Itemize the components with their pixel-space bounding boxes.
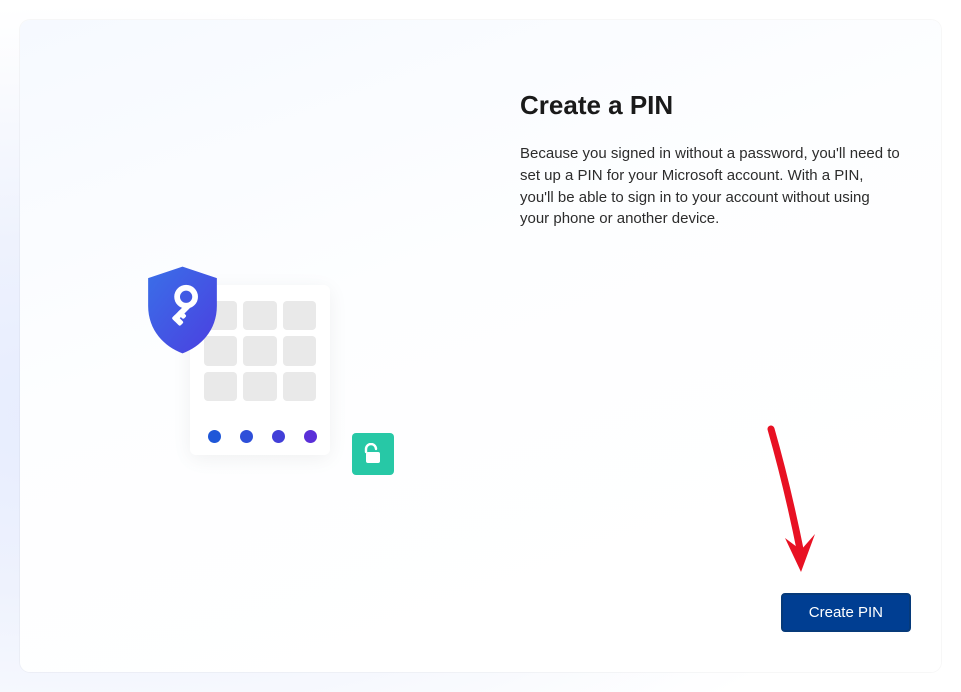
- unlock-icon: [363, 443, 383, 465]
- pin-dot: [208, 430, 221, 443]
- pin-illustration: [140, 275, 400, 475]
- keypad-key: [243, 336, 276, 365]
- shield-key-icon: [140, 265, 225, 355]
- keypad-key: [204, 372, 237, 401]
- pin-dot: [272, 430, 285, 443]
- dialog-panel: Create a PIN Because you signed in witho…: [20, 20, 941, 672]
- page-description: Because you signed in without a password…: [520, 143, 900, 230]
- keypad-key: [283, 336, 316, 365]
- pin-dots: [208, 430, 317, 443]
- keypad-key: [283, 372, 316, 401]
- keypad-key: [243, 301, 276, 330]
- unlock-badge: [352, 433, 394, 475]
- content-column: Create a PIN Because you signed in witho…: [520, 20, 941, 672]
- page-title: Create a PIN: [520, 90, 911, 121]
- pin-dot: [240, 430, 253, 443]
- illustration-column: [20, 20, 520, 672]
- pin-dot: [304, 430, 317, 443]
- keypad-key: [283, 301, 316, 330]
- create-pin-button[interactable]: Create PIN: [781, 593, 911, 632]
- keypad-key: [243, 372, 276, 401]
